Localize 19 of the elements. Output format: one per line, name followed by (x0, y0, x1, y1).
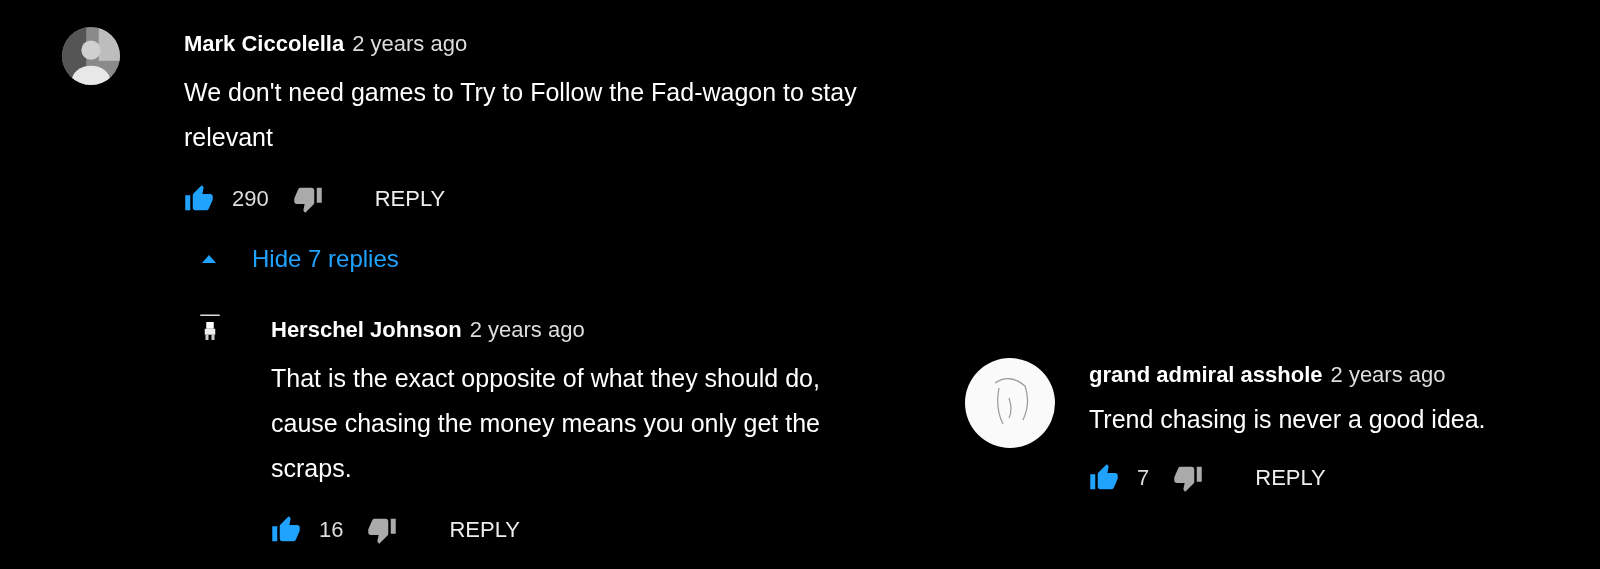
author-name[interactable]: Herschel Johnson (271, 313, 462, 346)
hide-replies-button[interactable]: Hide 7 replies (202, 241, 874, 277)
reply-button[interactable]: REPLY (1255, 461, 1326, 494)
like-count: 16 (319, 516, 344, 544)
author-name[interactable]: Mark Ciccolella (184, 27, 345, 60)
comment-text: Trend chasing is never a good idea. (1089, 404, 1486, 435)
like-count: 7 (1137, 464, 1150, 492)
caret-icon (202, 255, 216, 263)
comment-text: We don't need games to Try to Follow the Fad-wagon to stay relevant (184, 77, 858, 153)
reply-button[interactable]: REPLY (449, 513, 520, 546)
comment-time[interactable]: 2 years ago (469, 313, 585, 346)
comment-time[interactable]: 2 years ago (1330, 358, 1446, 391)
author-name[interactable]: grand admiral asshole (1089, 358, 1323, 391)
comment-time[interactable]: 2 years ago (352, 27, 468, 60)
like-count: 290 (232, 185, 269, 213)
avatar[interactable] (965, 358, 1055, 448)
avatar[interactable] (62, 27, 120, 85)
reply-button[interactable]: REPLY (374, 182, 446, 215)
comment-text: That is the exact opposite of what they should do, cause chasing the money means you only get the scraps. (271, 363, 821, 484)
